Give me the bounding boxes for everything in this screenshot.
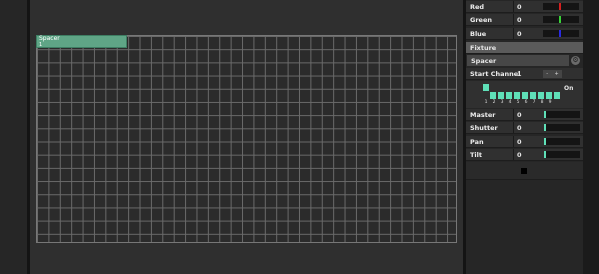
channel-on-toggle[interactable]	[483, 84, 489, 91]
channel-number: 3	[500, 100, 504, 105]
blue-slider-handle[interactable]	[559, 30, 561, 37]
fixture-block[interactable]: Spacer 1	[36, 35, 127, 48]
separator	[513, 14, 514, 25]
fixture-section-header: Fixture	[466, 42, 583, 54]
shutter-row[interactable]: Shutter 0	[466, 122, 583, 134]
gear-icon[interactable]: ⚙	[571, 56, 580, 65]
green-slider-handle[interactable]	[559, 16, 561, 23]
pan-value[interactable]: 0	[517, 138, 522, 146]
pan-slider[interactable]	[544, 138, 580, 145]
stepper-minus-button[interactable]: -	[546, 71, 548, 77]
stepper-plus-button[interactable]: +	[555, 71, 559, 77]
green-label: Green	[470, 16, 492, 24]
bottom-controls	[466, 162, 583, 180]
channel-cell[interactable]	[546, 92, 552, 99]
red-slider[interactable]	[543, 3, 579, 10]
blue-value[interactable]: 0	[517, 30, 522, 38]
master-slider-handle[interactable]	[544, 111, 546, 118]
pan-slider-handle[interactable]	[544, 138, 546, 145]
master-value[interactable]: 0	[517, 111, 522, 119]
green-row[interactable]: Green 0	[466, 14, 583, 26]
dmx-grid[interactable]	[36, 35, 457, 243]
shutter-value[interactable]: 0	[517, 124, 522, 132]
shutter-slider[interactable]	[544, 124, 580, 131]
channel-number: 1	[484, 100, 488, 105]
separator	[513, 28, 514, 39]
start-channel-row: Start Channel 1	[466, 68, 583, 80]
red-slider-handle[interactable]	[559, 3, 561, 10]
red-row[interactable]: Red 0	[466, 1, 583, 13]
red-label: Red	[470, 3, 485, 11]
green-value[interactable]: 0	[517, 16, 522, 24]
separator	[513, 122, 514, 133]
channel-cell[interactable]	[506, 92, 512, 99]
channel-number: 5	[516, 100, 520, 105]
channel-cell[interactable]	[530, 92, 536, 99]
channel-cell[interactable]	[522, 92, 528, 99]
master-row[interactable]: Master 0	[466, 109, 583, 121]
fixture-type-select[interactable]: Spacer	[467, 55, 569, 66]
tilt-label: Tilt	[470, 151, 482, 159]
green-slider[interactable]	[543, 16, 579, 23]
pan-label: Pan	[470, 138, 484, 146]
separator	[513, 109, 514, 120]
fixture-block-address: 1	[39, 42, 43, 48]
blue-label: Blue	[470, 30, 487, 38]
tilt-row[interactable]: Tilt 0	[466, 149, 583, 161]
left-strip	[0, 0, 27, 274]
tilt-slider[interactable]	[544, 151, 580, 158]
blue-row[interactable]: Blue 0	[466, 28, 583, 40]
blue-slider[interactable]	[543, 30, 579, 37]
channel-cell[interactable]	[554, 92, 560, 99]
inspector-panel: Red 0 Green 0 Blue 0 Fixture Spacer ⚙ St…	[466, 0, 583, 274]
right-edge	[583, 0, 599, 274]
red-value[interactable]: 0	[517, 3, 522, 11]
separator	[513, 149, 514, 160]
separator	[513, 136, 514, 147]
start-channel-stepper[interactable]: - +	[543, 70, 562, 78]
on-label: On	[564, 85, 574, 92]
shutter-label: Shutter	[470, 124, 498, 132]
pan-row[interactable]: Pan 0	[466, 136, 583, 148]
channel-cell[interactable]	[538, 92, 544, 99]
channel-cell[interactable]	[490, 92, 496, 99]
start-channel-value[interactable]: 1	[517, 70, 522, 78]
master-label: Master	[470, 111, 496, 119]
master-slider[interactable]	[544, 111, 580, 118]
fixture-section-title: Fixture	[470, 44, 497, 52]
fixture-type-value: Spacer	[471, 57, 497, 65]
channel-number: 6	[524, 100, 528, 105]
tilt-value[interactable]: 0	[517, 151, 522, 159]
channel-number: 4	[508, 100, 512, 105]
shutter-slider-handle[interactable]	[544, 124, 546, 131]
stop-icon[interactable]	[521, 168, 527, 174]
separator	[513, 1, 514, 12]
tilt-slider-handle[interactable]	[544, 151, 546, 158]
channel-map: On 1 2 3 4 5 6 7 8 9	[466, 81, 583, 108]
channel-cell[interactable]	[498, 92, 504, 99]
channel-cell[interactable]	[514, 92, 520, 99]
channel-number: 2	[492, 100, 496, 105]
channel-number: 8	[540, 100, 544, 105]
start-channel-label: Start Channel	[470, 70, 521, 78]
channel-number: 9	[548, 100, 552, 105]
channel-number: 7	[532, 100, 536, 105]
